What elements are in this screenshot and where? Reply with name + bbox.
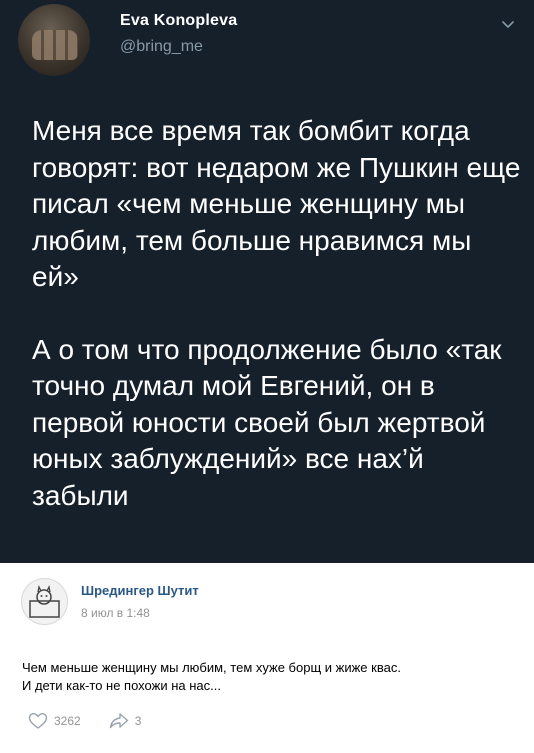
author-handle[interactable]: @bring_me <box>120 38 203 56</box>
avatar-photo <box>32 30 78 60</box>
vk-post: Шредингер Шутит 8 июл в 1:48 Чем меньше … <box>0 563 534 753</box>
share-arrow-icon <box>109 713 128 729</box>
tweet-paragraph: Меня все время так бомбит когда говорят:… <box>32 115 521 292</box>
vk-timestamp[interactable]: 8 июл в 1:48 <box>81 606 150 620</box>
tweet-text: Меня все время так бомбит когда говорят:… <box>32 113 522 514</box>
vk-author-avatar[interactable] <box>21 578 68 625</box>
likes-count: 3262 <box>54 714 81 728</box>
vk-post-text: Чем меньше женщину мы любим, тем хуже бо… <box>22 659 522 695</box>
like-button[interactable]: 3262 <box>28 712 81 730</box>
vk-author-name[interactable]: Шредингер Шутит <box>81 583 199 598</box>
share-button[interactable]: 3 <box>109 712 142 730</box>
shares-count: 3 <box>134 714 142 728</box>
tweet-card: Eva Konopleva @bring_me Меня все время т… <box>0 0 534 563</box>
vk-text-line: И дети как-то не похожи на нас... <box>22 678 221 693</box>
cat-in-box-icon <box>29 585 60 618</box>
author-avatar[interactable] <box>18 4 90 76</box>
vk-text-line: Чем меньше женщину мы любим, тем хуже бо… <box>22 660 401 675</box>
tweet-paragraph: А о том что продолжение было «так точно … <box>32 333 502 511</box>
heart-icon <box>28 712 48 729</box>
vk-actions-bar: 3262 3 <box>28 710 169 732</box>
chevron-down-icon[interactable] <box>499 16 517 34</box>
author-name[interactable]: Eva Konopleva <box>120 12 237 30</box>
